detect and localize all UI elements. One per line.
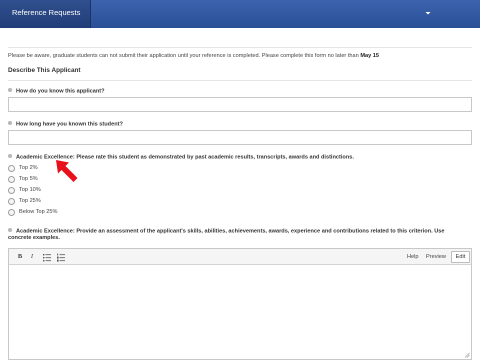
tab-label: Reference Requests — [12, 8, 81, 17]
bullet-icon — [8, 121, 12, 125]
numbered-list-icon[interactable] — [56, 252, 66, 262]
question-text: How long have you known this student? — [16, 121, 123, 128]
radio-button[interactable] — [8, 164, 15, 172]
divider — [8, 47, 472, 48]
preview-link[interactable]: Preview — [426, 254, 446, 260]
question-text: Academic Excellence: Provide an assessme… — [16, 228, 445, 235]
help-link[interactable]: Help — [407, 254, 419, 260]
radio-label: Top 10% — [19, 186, 41, 193]
assessment-editor: B I Help Preview Edit — [8, 248, 472, 360]
tab-reference-requests[interactable]: Reference Requests — [0, 0, 91, 28]
question-know-label: How do you know this applicant? — [8, 88, 105, 95]
resize-grip-icon[interactable] — [464, 352, 470, 358]
bullet-icon — [8, 154, 12, 158]
red-arrow-icon — [56, 160, 78, 182]
bulleted-list-icon[interactable] — [42, 252, 52, 262]
deadline-notice: Please be aware, graduate students can n… — [8, 53, 379, 59]
italic-button[interactable]: I — [27, 252, 37, 262]
bullet-icon — [8, 88, 12, 92]
question-academic-assessment-label: Academic Excellence: Provide an assessme… — [8, 228, 444, 241]
radio-label: Below Top 25% — [19, 208, 58, 215]
radio-label: Top 25% — [19, 197, 41, 204]
radio-button[interactable] — [8, 208, 15, 216]
question-text-continued: concrete examples. — [8, 234, 60, 241]
know-applicant-input[interactable] — [8, 97, 472, 112]
notice-text: Please be aware, graduate students can n… — [8, 53, 359, 59]
assessment-textarea[interactable] — [9, 265, 471, 359]
bullet-icon — [8, 228, 12, 232]
radio-button[interactable] — [8, 175, 15, 183]
radio-label: Top 5% — [19, 175, 38, 182]
top-nav-bar: Reference Requests — [0, 0, 480, 28]
bold-button[interactable]: B — [15, 252, 25, 262]
notice-deadline: May 15 — [360, 53, 379, 59]
edit-button[interactable]: Edit — [451, 251, 470, 263]
caret-down-icon[interactable] — [424, 9, 432, 17]
section-title: Describe This Applicant — [8, 67, 81, 74]
divider — [8, 80, 472, 81]
question-how-long-label: How long have you known this student? — [8, 121, 123, 128]
how-long-known-input[interactable] — [8, 130, 472, 145]
question-text: How do you know this applicant? — [16, 88, 105, 95]
radio-label: Top 2% — [19, 164, 38, 171]
radio-button[interactable] — [8, 197, 15, 205]
radio-button[interactable] — [8, 186, 15, 194]
editor-toolbar: B I Help Preview Edit — [9, 249, 471, 265]
